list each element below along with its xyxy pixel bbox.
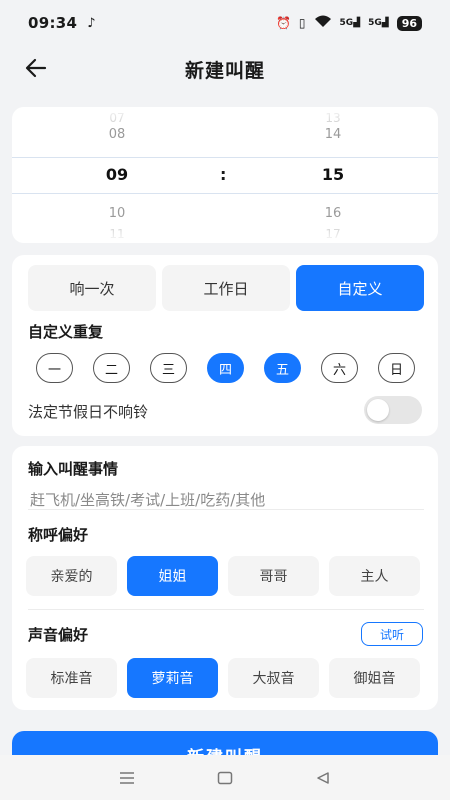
home-icon[interactable]: [215, 768, 235, 788]
signal-label-1: 5G: [339, 18, 354, 28]
signal-label-2: 5G: [368, 18, 382, 28]
holiday-mute-label: 法定节假日不响铃: [28, 403, 149, 421]
voice-option[interactable]: 大叔音: [228, 658, 319, 698]
address-option[interactable]: 哥哥: [228, 556, 319, 596]
alarm-icon: ⏰: [275, 16, 291, 30]
weekday-wed[interactable]: 三: [150, 353, 187, 383]
hour-selected: 09: [105, 165, 129, 184]
custom-repeat-title: 自定义重复: [28, 323, 104, 341]
battery-icon: 96: [396, 15, 422, 31]
voice-option[interactable]: 萝莉音: [127, 658, 218, 698]
menu-icon[interactable]: [117, 768, 137, 788]
tab-once-label: 响一次: [69, 279, 115, 298]
status-bar: 09:34 ♪ ⏰ ▯ 5G▟ 5G▟ 96: [0, 0, 450, 46]
address-option[interactable]: 亲爱的: [26, 556, 117, 596]
weekday-thu[interactable]: 四: [207, 353, 244, 383]
voice-option[interactable]: 标准音: [26, 658, 117, 698]
minute-above: 14: [324, 127, 342, 142]
hour-below: 10: [108, 206, 126, 221]
tab-workdays-label: 工作日: [203, 279, 249, 298]
weekday-tue[interactable]: 二: [93, 353, 130, 383]
signal-icon-2: 5G▟: [368, 18, 389, 28]
try-listen-button[interactable]: 试听: [361, 622, 423, 646]
hour-far-above: 07: [109, 111, 125, 125]
minute-below: 16: [324, 206, 342, 221]
weekday-selector: 一 二 三 四 五 六 日: [36, 353, 415, 383]
address-title: 称呼偏好: [28, 526, 89, 544]
minute-selected: 15: [321, 165, 345, 184]
voice-option[interactable]: 御姐音: [329, 658, 420, 698]
tab-custom-label: 自定义: [337, 279, 383, 298]
hour-above: 08: [108, 127, 126, 142]
event-title: 输入叫醒事情: [28, 460, 119, 478]
weekday-fri-label: 五: [275, 362, 289, 378]
tab-workdays[interactable]: 工作日: [162, 265, 290, 311]
time-separator: :: [220, 165, 227, 184]
back-arrow-icon[interactable]: [24, 56, 48, 80]
weekday-mon-label: 一: [47, 362, 61, 378]
tab-custom[interactable]: 自定义: [296, 265, 424, 311]
voice-options: 标准音 萝莉音 大叔音 御姐音: [26, 658, 420, 698]
header: 新建叫醒: [0, 46, 450, 92]
tiktok-icon: ♪: [87, 15, 96, 31]
weekday-wed-label: 三: [161, 362, 175, 378]
picker-fade-bottom: [12, 223, 438, 243]
signal-icon: 5G▟: [339, 18, 361, 28]
preferences-card: 输入叫醒事情 称呼偏好 亲爱的 姐姐 哥哥 主人 声音偏好 试听 标准音 萝莉音…: [12, 446, 438, 710]
vibrate-icon: ▯: [298, 16, 306, 30]
voice-title: 声音偏好: [28, 626, 89, 644]
system-nav-bar: [0, 755, 450, 800]
repeat-mode-tabs: 响一次 工作日 自定义: [28, 265, 424, 311]
minute-far-above: 13: [325, 111, 341, 125]
status-icons: ⏰ ▯ 5G▟ 5G▟ 96: [276, 15, 422, 31]
voice-option-label: 萝莉音: [151, 671, 194, 687]
weekday-thu-label: 四: [218, 362, 232, 378]
time-picker[interactable]: 07 08 09 10 11 : 13 14 15 16 17: [12, 107, 438, 243]
weekday-sun-label: 日: [389, 362, 403, 378]
weekday-sat-label: 六: [332, 362, 346, 378]
repeat-card: 响一次 工作日 自定义 自定义重复 一 二 三 四 五 六 日 法定节假日不响铃: [12, 255, 438, 436]
weekday-fri[interactable]: 五: [264, 353, 301, 383]
address-option[interactable]: 姐姐: [127, 556, 218, 596]
address-option-label: 哥哥: [259, 569, 288, 585]
weekday-sun[interactable]: 日: [378, 353, 415, 383]
try-listen-label: 试听: [379, 627, 404, 642]
voice-option-label: 大叔音: [252, 671, 295, 687]
status-time: 09:34: [28, 14, 78, 32]
voice-option-label: 标准音: [50, 671, 93, 687]
weekday-mon[interactable]: 一: [36, 353, 73, 383]
address-options: 亲爱的 姐姐 哥哥 主人: [26, 556, 420, 596]
address-option-label: 主人: [360, 569, 389, 585]
holiday-mute-toggle[interactable]: [364, 396, 422, 424]
minute-far-below: 17: [325, 227, 341, 241]
section-divider: [28, 609, 424, 610]
page-title: 新建叫醒: [184, 59, 265, 82]
wifi-icon: [314, 15, 332, 31]
hour-far-below: 11: [109, 227, 125, 241]
voice-option-label: 御姐音: [353, 671, 396, 687]
address-option-label: 姐姐: [158, 569, 187, 585]
address-option-label: 亲爱的: [50, 569, 93, 585]
tab-once[interactable]: 响一次: [28, 265, 156, 311]
weekday-sat[interactable]: 六: [321, 353, 358, 383]
event-input-underline: [28, 509, 424, 510]
address-option[interactable]: 主人: [329, 556, 420, 596]
toggle-knob: [367, 399, 389, 421]
weekday-tue-label: 二: [104, 362, 118, 378]
back-nav-icon[interactable]: [313, 768, 333, 788]
picker-fade-top: [12, 107, 438, 127]
